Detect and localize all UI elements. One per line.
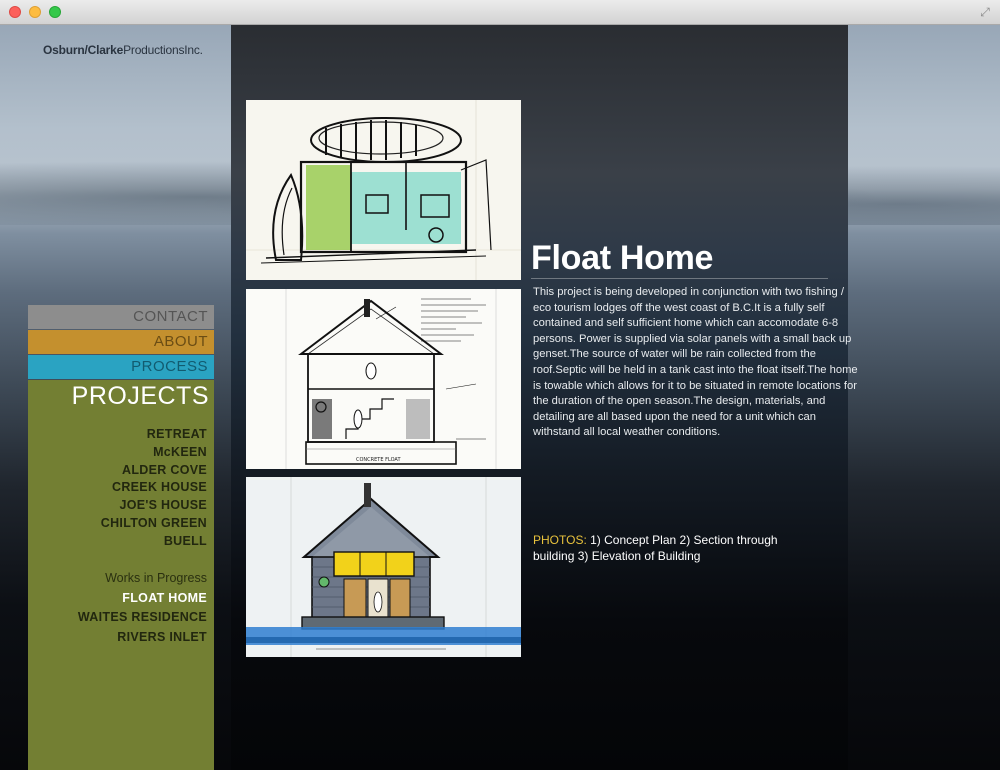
- fullscreen-icon[interactable]: ⤢: [978, 5, 992, 19]
- minimize-window-button[interactable]: [29, 6, 41, 18]
- photos-caption: PHOTOS: 1) Concept Plan 2) Section throu…: [533, 532, 793, 564]
- project-list: RETREAT McKEEN ALDER COVE CREEK HOUSE JO…: [28, 426, 214, 551]
- photo-section[interactable]: CONCRETE FLOAT: [246, 289, 521, 469]
- project-link-mckeen[interactable]: McKEEN: [28, 444, 207, 462]
- works-in-progress-heading: Works in Progress: [105, 570, 207, 585]
- projects-panel: PROJECTS RETREAT McKEEN ALDER COVE CREEK…: [28, 380, 214, 770]
- photos-label: PHOTOS:: [533, 533, 587, 547]
- elevation-drawing: [246, 477, 521, 657]
- photo-concept-plan[interactable]: [246, 100, 521, 280]
- nav-contact[interactable]: CONTACT: [28, 305, 214, 329]
- project-description: This project is being developed in conju…: [533, 286, 858, 439]
- section-drawing: CONCRETE FLOAT: [246, 289, 521, 469]
- project-link-joes-house[interactable]: JOE'S HOUSE: [28, 497, 207, 515]
- site-logo[interactable]: Osburn/ClarkeProductionsInc.: [43, 43, 203, 57]
- project-link-chilton-green[interactable]: CHILTON GREEN: [28, 515, 207, 533]
- sidebar-nav: CONTACT ABOUT PROCESS PROJECTS RETREAT M…: [28, 305, 214, 770]
- nav-about[interactable]: ABOUT: [28, 330, 214, 354]
- svg-text:CONCRETE FLOAT: CONCRETE FLOAT: [356, 457, 401, 463]
- project-link-creek-house[interactable]: CREEK HOUSE: [28, 479, 207, 497]
- wip-link-float-home[interactable]: FLOAT HOME: [28, 589, 207, 609]
- nav-process[interactable]: PROCESS: [28, 355, 214, 379]
- title-divider: [531, 278, 828, 279]
- wip-link-rivers-inlet[interactable]: RIVERS INLET: [28, 628, 207, 648]
- page-title: Float Home: [531, 239, 714, 277]
- wip-link-waites-residence[interactable]: WAITES RESIDENCE: [28, 608, 207, 628]
- project-link-alder-cove[interactable]: ALDER COVE: [28, 462, 207, 480]
- concept-plan-sketch: [246, 100, 521, 280]
- wip-list: FLOAT HOME WAITES RESIDENCE RIVERS INLET: [28, 589, 214, 648]
- close-window-button[interactable]: [9, 6, 21, 18]
- project-link-retreat[interactable]: RETREAT: [28, 426, 207, 444]
- window-titlebar: ⤢: [0, 0, 1000, 25]
- zoom-window-button[interactable]: [49, 6, 61, 18]
- nav-projects[interactable]: PROJECTS: [28, 380, 214, 412]
- photo-elevation[interactable]: [246, 477, 521, 657]
- project-link-buell[interactable]: BUELL: [28, 533, 207, 551]
